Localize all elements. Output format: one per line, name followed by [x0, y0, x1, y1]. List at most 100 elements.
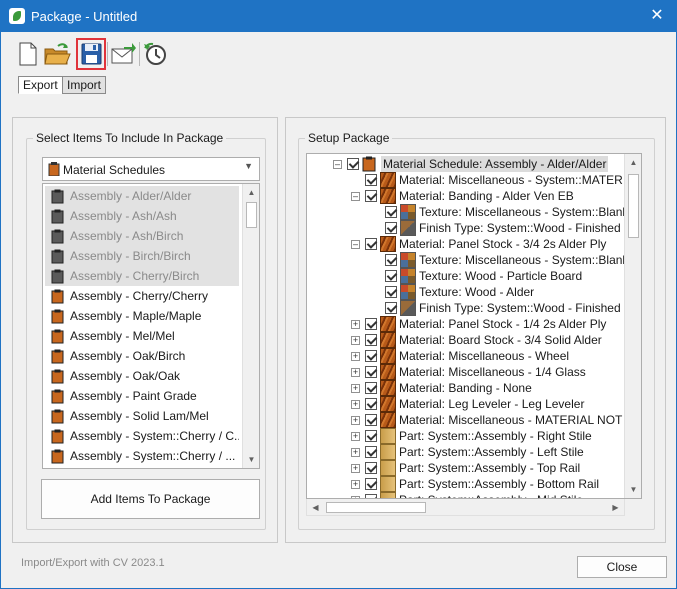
- tab-export[interactable]: Export: [18, 76, 63, 94]
- tree-node[interactable]: Material: Miscellaneous - System::MATERI…: [307, 172, 641, 188]
- expand-icon[interactable]: +: [351, 400, 360, 409]
- expand-icon[interactable]: +: [351, 432, 360, 441]
- tree-node[interactable]: Texture: Miscellaneous - System::Blank: [307, 252, 628, 268]
- tree-node-checkbox[interactable]: [385, 222, 397, 234]
- category-dropdown[interactable]: Material Schedules ▼: [42, 157, 260, 181]
- scroll-left-icon[interactable]: ◀: [307, 499, 324, 516]
- tree-node[interactable]: Texture: Wood - Alder: [307, 284, 625, 300]
- list-item[interactable]: Assembly - Maple/Maple: [45, 306, 239, 326]
- items-list-scrollbar[interactable]: ▲ ▼: [242, 184, 259, 468]
- history-button[interactable]: [142, 40, 168, 68]
- list-item[interactable]: Assembly - Cherry/Cherry: [45, 286, 239, 306]
- tree-node[interactable]: – Material Schedule: Assembly - Alder/Ald…: [307, 156, 625, 172]
- tree-node-checkbox[interactable]: [385, 254, 397, 266]
- tree-node[interactable]: + Material: Miscellaneous - 1/4 Glass: [307, 364, 625, 380]
- expand-icon[interactable]: +: [351, 464, 360, 473]
- title-bar[interactable]: Package - Untitled ✕: [1, 1, 676, 32]
- expand-icon[interactable]: +: [351, 352, 360, 361]
- list-item[interactable]: Assembly - Ash/Ash: [45, 206, 239, 226]
- list-item[interactable]: Assembly - Oak/Birch: [45, 346, 239, 366]
- close-button[interactable]: Close: [577, 556, 667, 578]
- tree-node-checkbox[interactable]: [385, 270, 397, 282]
- tree-node-checkbox[interactable]: [365, 238, 377, 250]
- list-item[interactable]: Assembly - Cherry/Birch: [45, 266, 239, 286]
- scroll-thumb[interactable]: [628, 174, 639, 238]
- tree-node[interactable]: +Part: System::Assembly - Mid Stile: [307, 492, 625, 498]
- tree-node[interactable]: + Material: Panel Stock - 1/4 2s Alder Pl…: [307, 316, 625, 332]
- expand-icon[interactable]: +: [351, 416, 360, 425]
- list-item[interactable]: Assembly - Mel/Mel: [45, 326, 239, 346]
- setup-package-title: Setup Package: [305, 131, 393, 145]
- expand-icon[interactable]: +: [351, 384, 360, 393]
- tree-node[interactable]: Finish Type: System::Wood - Finished: [307, 220, 625, 236]
- collapse-icon[interactable]: –: [351, 192, 360, 201]
- tree-node-checkbox[interactable]: [365, 366, 377, 378]
- list-item[interactable]: Assembly - System::Cherry / ...: [45, 446, 239, 466]
- tab-import[interactable]: Import: [62, 76, 107, 94]
- window-close-button[interactable]: ✕: [644, 4, 670, 28]
- tree-node-checkbox[interactable]: [365, 478, 377, 490]
- list-item[interactable]: Assembly - Oak/Oak: [45, 366, 239, 386]
- expand-icon[interactable]: +: [351, 320, 360, 329]
- tree-node[interactable]: + Material: Miscellaneous - MATERIAL NOT …: [307, 412, 641, 428]
- tree-horizontal-scrollbar[interactable]: ◀ ▶: [306, 499, 625, 516]
- tree-node[interactable]: + Part: System::Assembly - Top Rail: [307, 460, 625, 476]
- tree-node[interactable]: + Part: System::Assembly - Bottom Rail: [307, 476, 625, 492]
- list-item[interactable]: Assembly - Solid Lam/Mel: [45, 406, 239, 426]
- new-button[interactable]: [15, 40, 41, 68]
- tree-node-checkbox[interactable]: [365, 446, 377, 458]
- list-item[interactable]: Assembly - Alder/Alder: [45, 186, 239, 206]
- expand-icon[interactable]: +: [351, 448, 360, 457]
- list-item[interactable]: Assembly - Paint Grade: [45, 386, 239, 406]
- tree-node[interactable]: + Material: Banding - None: [307, 380, 625, 396]
- scroll-up-icon[interactable]: ▲: [243, 184, 259, 201]
- expand-icon[interactable]: +: [351, 368, 360, 377]
- scroll-down-icon[interactable]: ▼: [243, 451, 259, 468]
- scroll-down-icon[interactable]: ▼: [625, 481, 641, 498]
- package-tree[interactable]: +Part: System::Assembly - Mid Stile+Part…: [306, 153, 642, 499]
- tree-node-checkbox[interactable]: [347, 158, 359, 170]
- email-button[interactable]: [110, 40, 136, 68]
- list-item[interactable]: Assembly - System::Cherry / C...: [45, 426, 239, 446]
- save-button[interactable]: [78, 40, 104, 68]
- add-items-button[interactable]: Add Items To Package: [41, 479, 260, 519]
- scroll-thumb[interactable]: [246, 202, 257, 228]
- tree-node-checkbox[interactable]: [365, 382, 377, 394]
- material-wood-icon: [380, 412, 396, 428]
- tree-node-checkbox[interactable]: [365, 174, 377, 186]
- tree-node[interactable]: Texture: Wood - Particle Board: [307, 268, 625, 284]
- tree-node-checkbox[interactable]: [365, 430, 377, 442]
- list-item-label: Assembly - Alder/Alder: [70, 189, 192, 203]
- tree-node-checkbox[interactable]: [365, 334, 377, 346]
- tree-node-checkbox[interactable]: [365, 462, 377, 474]
- tree-node-checkbox[interactable]: [385, 286, 397, 298]
- tree-node-checkbox[interactable]: [365, 190, 377, 202]
- tree-node[interactable]: Texture: Miscellaneous - System::Blank: [307, 204, 628, 220]
- expand-icon[interactable]: +: [351, 336, 360, 345]
- tree-node-checkbox[interactable]: [365, 398, 377, 410]
- tree-node-checkbox[interactable]: [365, 350, 377, 362]
- tree-node[interactable]: + Part: System::Assembly - Right Stile: [307, 428, 625, 444]
- open-button[interactable]: [43, 40, 71, 68]
- tree-node-checkbox[interactable]: [365, 414, 377, 426]
- collapse-icon[interactable]: –: [351, 240, 360, 249]
- tree-vertical-scrollbar[interactable]: ▲ ▼: [624, 154, 641, 498]
- tree-node-checkbox[interactable]: [385, 302, 397, 314]
- list-item[interactable]: Assembly - Birch/Birch: [45, 246, 239, 266]
- tree-node[interactable]: + Material: Miscellaneous - Wheel: [307, 348, 625, 364]
- tree-node[interactable]: + Part: System::Assembly - Left Stile: [307, 444, 625, 460]
- tree-node-checkbox[interactable]: [365, 318, 377, 330]
- tree-node-checkbox[interactable]: [385, 206, 397, 218]
- list-item[interactable]: Assembly - Ash/Birch: [45, 226, 239, 246]
- tree-node[interactable]: + Material: Leg Leveler - Leg Leveler: [307, 396, 625, 412]
- scroll-right-icon[interactable]: ▶: [607, 499, 624, 516]
- tree-node[interactable]: – Material: Banding - Alder Ven EB: [307, 188, 625, 204]
- items-list[interactable]: ▲ ▼ Assembly - Alder/Alder Assembly - Ash…: [42, 183, 260, 469]
- tree-node[interactable]: Finish Type: System::Wood - Finished: [307, 300, 625, 316]
- collapse-icon[interactable]: –: [333, 160, 342, 169]
- tree-node[interactable]: + Material: Board Stock - 3/4 Solid Alder: [307, 332, 625, 348]
- scroll-thumb-horizontal[interactable]: [326, 502, 426, 513]
- expand-icon[interactable]: +: [351, 480, 360, 489]
- scroll-up-icon[interactable]: ▲: [625, 154, 641, 171]
- tree-node[interactable]: – Material: Panel Stock - 3/4 2s Alder Pl…: [307, 236, 625, 252]
